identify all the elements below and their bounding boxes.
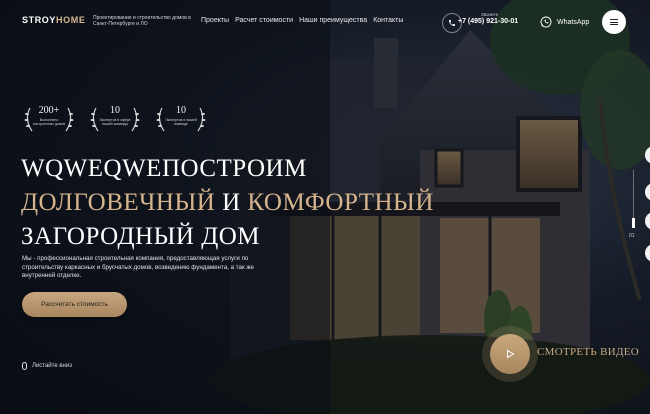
award-caption: Экспертов в сфере нашей команды: [99, 118, 131, 126]
hero-title: WQWEQWEПОСТРОИМ ДОЛГОВЕЧНЫЙ И КОМФОРТНЫЙ…: [21, 152, 434, 254]
award-number: 10: [176, 105, 186, 116]
award-badge: 10 Экспертов в сфере нашей команды: [88, 104, 142, 134]
hamburger-icon: [610, 18, 618, 20]
logo[interactable]: STROYHOME: [22, 15, 85, 25]
nav-item-advantages[interactable]: Наши преимущества: [299, 17, 367, 24]
nav-item-cost[interactable]: Расчет стоимости: [235, 17, 293, 24]
logo-main: STROY: [22, 15, 57, 25]
title-gold-word-1: ДОЛГОВЕЧНЫЙ: [21, 189, 216, 216]
phone-number[interactable]: +7 (495) 921-30-01: [458, 18, 518, 25]
whatsapp-link[interactable]: WhatsApp: [540, 16, 589, 28]
play-video-button[interactable]: [490, 334, 530, 374]
award-caption: Экспертов в нашей команде: [165, 118, 197, 126]
site-header: STROYHOME Проектирование и строительство…: [0, 0, 650, 44]
title-line-1: WQWEQWEПОСТРОИМ: [21, 155, 307, 182]
slider-active-mark: [632, 218, 635, 228]
watch-video-label[interactable]: СМОТРЕТЬ ВИДЕО: [537, 346, 639, 358]
awards-row: 200+ Выполнено построенных домов 10 Эксп…: [22, 104, 208, 134]
award-badge: 200+ Выполнено построенных домов: [22, 104, 76, 134]
menu-button[interactable]: [602, 10, 626, 34]
nav-item-projects[interactable]: Проекты: [201, 17, 229, 24]
hero-description: Мы - профессиональная строительная компа…: [22, 255, 254, 280]
slider-counter: 01: [629, 233, 635, 239]
title-gold-word-2: КОМФОРТНЫЙ: [247, 189, 434, 216]
scroll-hint[interactable]: Листайте вниз: [22, 362, 72, 370]
calculate-cost-button[interactable]: Рассчитать стоимость: [22, 292, 127, 317]
nav-item-contacts[interactable]: Контакты: [373, 17, 403, 24]
mouse-icon: [22, 362, 27, 370]
whatsapp-label: WhatsApp: [557, 18, 590, 26]
main-nav: Проекты Расчет стоимости Наши преимущест…: [201, 17, 403, 24]
scroll-hint-label: Листайте вниз: [32, 363, 72, 369]
header-tagline: Проектирование и строительство домов в С…: [93, 15, 191, 27]
phone-label: Звоните: [481, 12, 499, 17]
title-line-2: ДОЛГОВЕЧНЫЙ И КОМФОРТНЫЙ: [21, 186, 434, 220]
award-caption: Выполнено построенных домов: [32, 118, 66, 126]
award-badge: 10 Экспертов в нашей команде: [154, 104, 208, 134]
title-line-3: ЗАГОРОДНЫЙ ДОМ: [21, 223, 261, 250]
award-number: 10: [110, 105, 120, 116]
award-number: 200+: [38, 105, 60, 116]
whatsapp-icon: [540, 16, 552, 28]
logo-accent: HOME: [56, 15, 86, 25]
title-and: И: [215, 189, 248, 216]
play-icon: [507, 349, 515, 359]
